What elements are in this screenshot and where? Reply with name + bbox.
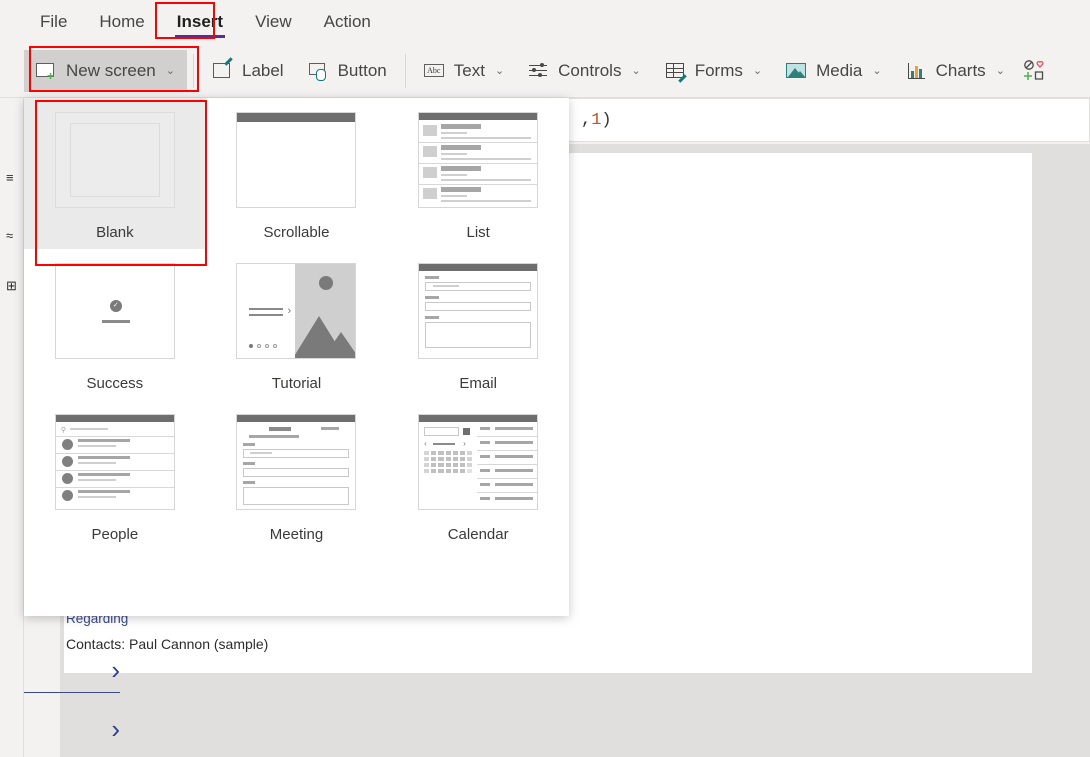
template-thumbnail-scrollable (236, 112, 357, 208)
ribbon-item-label: Label (241, 60, 284, 80)
template-label: Scrollable (263, 224, 330, 241)
charts-icon (906, 60, 928, 82)
menu-tab-label: Action (323, 12, 371, 31)
text-icon: Abc (423, 60, 446, 82)
template-grid: Blank Scrollable List ✓ Success › Tutori… (24, 98, 569, 551)
ribbon-divider (404, 53, 406, 88)
forms-icon (665, 60, 687, 82)
chevron-down-icon: ⌄ (995, 65, 1005, 77)
formula-bar[interactable]: , 1 ) (569, 98, 1090, 142)
template-label: People (91, 526, 139, 543)
menu-tab-label: Insert (176, 12, 224, 31)
ribbon-divider (192, 53, 194, 88)
menu-tab-view[interactable]: View (241, 6, 306, 38)
template-label: List (466, 224, 490, 241)
ribbon-item-label: Media (816, 60, 863, 80)
template-people[interactable]: ⚲ People (24, 400, 206, 551)
template-label: Calendar (447, 526, 509, 543)
ribbon-charts-button[interactable]: Charts ⌄ (894, 50, 1017, 92)
formula-text-number: 1 (591, 110, 602, 130)
new-screen-icon: + (36, 60, 58, 82)
data-icon[interactable]: ≈ (6, 228, 13, 243)
template-label: Success (86, 375, 144, 392)
chevron-down-icon: ⌄ (494, 65, 505, 77)
template-success[interactable]: ✓ Success (24, 249, 206, 400)
button-icon (308, 60, 330, 82)
ribbon-item-label: Charts (935, 60, 986, 80)
template-calendar[interactable]: ‹ › Calendar (387, 400, 569, 551)
chevron-down-icon: ⌄ (631, 65, 641, 77)
ribbon-icons-button[interactable] (1017, 50, 1057, 92)
template-thumbnail-email (418, 263, 539, 359)
chevron-right-icon: › (111, 713, 120, 744)
formula-text-suffix: ) (601, 110, 612, 130)
menu-tab-insert[interactable]: Insert (163, 6, 237, 38)
formula-text-prefix: , (581, 110, 592, 130)
template-thumbnail-meeting (236, 414, 357, 510)
media-icon (786, 60, 808, 82)
ribbon-item-label: Forms (694, 60, 743, 80)
controls-icon (528, 60, 550, 82)
menu-tab-label: View (255, 12, 292, 31)
ribbon-button-button[interactable]: Button (296, 50, 399, 92)
template-email[interactable]: Email (387, 249, 569, 400)
chevron-down-icon: ⌄ (752, 65, 763, 77)
template-label: Email (459, 375, 497, 392)
ribbon-text-button[interactable]: Abc Text ⌄ (412, 50, 516, 92)
template-list[interactable]: List (387, 98, 569, 249)
template-thumbnail-people: ⚲ (54, 414, 175, 510)
template-label: Blank (96, 224, 134, 241)
menu-tab-action[interactable]: Action (310, 6, 385, 38)
media-rail-icon[interactable]: ⊞ (6, 278, 17, 294)
template-thumbnail-blank (54, 112, 175, 208)
chevron-down-icon: ⌄ (165, 65, 175, 77)
ribbon-item-label: Text (453, 60, 485, 80)
tree-view-icon[interactable]: ≡ (6, 170, 14, 185)
template-label: Meeting (269, 526, 324, 543)
menu-tab-home[interactable]: Home (85, 6, 158, 38)
menu-tab-file[interactable]: File (26, 6, 81, 38)
template-meeting[interactable]: Meeting (206, 400, 388, 551)
template-tutorial[interactable]: › Tutorial (206, 249, 388, 400)
chevron-right-icon: › (111, 655, 120, 685)
ribbon-label-button[interactable]: Label (200, 50, 296, 92)
ribbon-item-label: Controls (558, 60, 622, 80)
menu-bar: File Home Insert View Action (0, 0, 1090, 44)
chevron-down-icon: ⌄ (872, 65, 882, 77)
ribbon-toolbar: + New screen ⌄ Label Button Abc Text ⌄ C… (0, 44, 1090, 98)
new-screen-template-gallery: Blank Scrollable List ✓ Success › Tutori… (24, 98, 569, 616)
template-blank[interactable]: Blank (24, 98, 206, 249)
ribbon-media-button[interactable]: Media ⌄ (774, 50, 894, 92)
template-thumbnail-list (418, 112, 539, 208)
ribbon-item-label: Button (337, 60, 387, 80)
left-rail: ≡ ≈ ⊞ (0, 98, 24, 757)
template-thumbnail-tutorial: › (236, 263, 357, 359)
template-scrollable[interactable]: Scrollable (206, 98, 388, 249)
template-thumbnail-success: ✓ (54, 263, 175, 359)
template-label: Tutorial (271, 375, 322, 392)
menu-tab-label: File (40, 12, 68, 31)
ribbon-item-label: New screen (66, 60, 156, 80)
ribbon-new-screen-button[interactable]: + New screen ⌄ (24, 49, 187, 92)
ribbon-controls-button[interactable]: Controls ⌄ (516, 50, 653, 92)
active-tab-underline (174, 35, 226, 38)
icons-icon (1023, 59, 1045, 82)
regarding-value: Contacts: Paul Cannon (sample) (66, 636, 269, 652)
menu-tab-label: Home (99, 12, 145, 31)
label-icon (212, 60, 234, 82)
template-thumbnail-calendar: ‹ › (418, 414, 539, 510)
text-icon-glyph: Abc (423, 63, 444, 77)
ribbon-forms-button[interactable]: Forms ⌄ (653, 50, 774, 92)
